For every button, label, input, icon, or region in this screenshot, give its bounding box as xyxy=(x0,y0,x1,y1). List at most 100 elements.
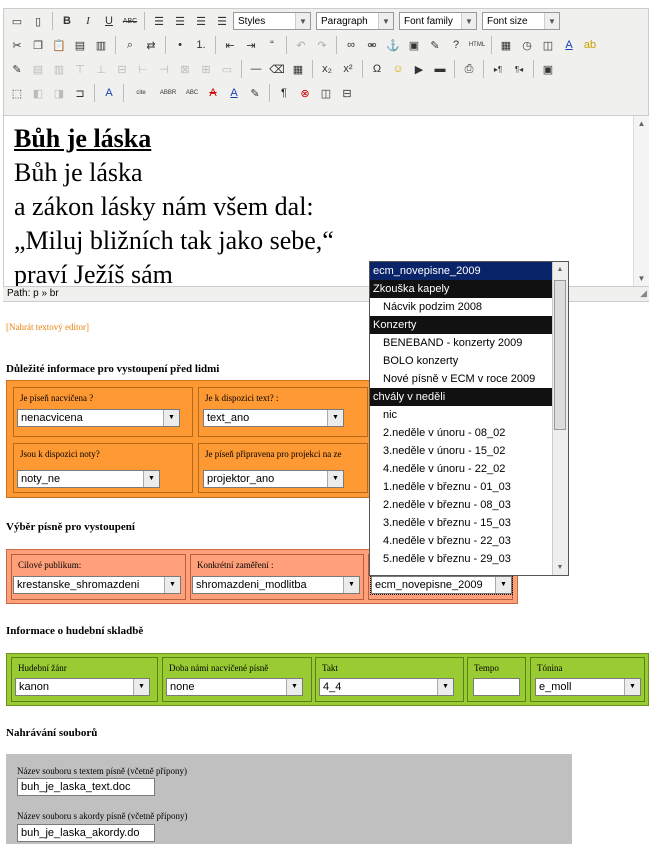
format-dropdown[interactable]: Paragraph ▼ xyxy=(316,12,394,30)
rtl-icon[interactable]: ¶◂ xyxy=(509,59,529,79)
indent-icon[interactable]: ⇥ xyxy=(241,35,261,55)
show-blocks-icon[interactable]: ¶ xyxy=(274,83,294,103)
delete-row-icon[interactable]: ⊟ xyxy=(112,59,132,79)
superscript-icon[interactable]: x² xyxy=(338,59,358,79)
projector-select[interactable]: projektor_ano ▼ xyxy=(203,470,344,488)
popup-option[interactable]: 2.neděle v březnu - 08_03 xyxy=(370,496,568,514)
italic-button[interactable]: I xyxy=(78,11,98,31)
styles-props-icon[interactable]: A xyxy=(99,83,119,103)
song-list-popup[interactable]: ecm_novepisne_2009 Zkouška kapely Nácvik p… xyxy=(369,261,569,576)
cite-button[interactable]: cite xyxy=(128,83,154,103)
insert-row-after-icon[interactable]: ⊥ xyxy=(91,59,111,79)
special-char-button[interactable]: Ω xyxy=(367,59,387,79)
move-forward-icon[interactable]: ◧ xyxy=(28,83,48,103)
undo-icon[interactable]: ↶ xyxy=(291,35,311,55)
popup-option[interactable]: 2.neděle v únoru - 08_02 xyxy=(370,424,568,442)
html-icon[interactable]: HTML xyxy=(467,35,487,55)
image-icon[interactable]: ▣ xyxy=(404,35,424,55)
bullet-list-icon[interactable]: • xyxy=(170,35,190,55)
table-row-props-icon[interactable]: ▤ xyxy=(28,59,48,79)
outdent-icon[interactable]: ⇤ xyxy=(220,35,240,55)
help-icon[interactable]: ? xyxy=(446,35,466,55)
insert-col-after-icon[interactable]: ⊣ xyxy=(154,59,174,79)
link-icon[interactable]: ∞ xyxy=(341,35,361,55)
text-filename-input[interactable]: buh_je_laska_text.doc xyxy=(17,778,155,796)
move-backward-icon[interactable]: ◨ xyxy=(49,83,69,103)
bold-button[interactable]: B xyxy=(57,11,77,31)
font-family-dropdown[interactable]: Font family ▼ xyxy=(399,12,477,30)
ltr-icon[interactable]: ▸¶ xyxy=(488,59,508,79)
split-cells-icon[interactable]: ⊞ xyxy=(196,59,216,79)
insert-col-before-icon[interactable]: ⊢ xyxy=(133,59,153,79)
unlink-icon[interactable]: ⚮ xyxy=(362,35,382,55)
popup-option[interactable]: nic xyxy=(370,406,568,424)
popup-option[interactable]: ecm_novepisne_2009 xyxy=(370,262,568,280)
scroll-down-icon[interactable]: ▼ xyxy=(553,560,567,575)
absolute-icon[interactable]: ⊐ xyxy=(70,83,90,103)
rehearsal-time-select[interactable]: none ▼ xyxy=(166,678,303,696)
insert-time-icon[interactable]: ◷ xyxy=(517,35,537,55)
insert-layer-icon[interactable]: ⬚ xyxy=(7,83,27,103)
delete-col-icon[interactable]: ⊠ xyxy=(175,59,195,79)
numbered-list-icon[interactable]: 1. xyxy=(191,35,211,55)
emoticon-icon[interactable]: ☺ xyxy=(388,59,408,79)
text-available-select[interactable]: text_ano ▼ xyxy=(203,409,344,427)
insert-row-before-icon[interactable]: ⊤ xyxy=(70,59,90,79)
scroll-up-icon[interactable]: ▲ xyxy=(553,262,567,277)
subscript-icon[interactable]: x₂ xyxy=(317,59,337,79)
replace-icon[interactable]: ⇄ xyxy=(141,35,161,55)
insert-date-icon[interactable]: ▦ xyxy=(496,35,516,55)
template-icon[interactable]: ◫ xyxy=(316,83,336,103)
strikethrough-button[interactable]: ABC xyxy=(120,11,140,31)
anchor-icon[interactable]: ⚓ xyxy=(383,35,403,55)
attributes-icon[interactable]: ✎ xyxy=(245,83,265,103)
paste-word-icon[interactable]: ▥ xyxy=(91,35,111,55)
key-select[interactable]: e_moll ▼ xyxy=(535,678,641,696)
table-cell-props-icon[interactable]: ▥ xyxy=(49,59,69,79)
fullscreen-icon[interactable]: ▣ xyxy=(538,59,558,79)
acronym-button[interactable]: ABC xyxy=(182,83,202,103)
popup-option[interactable]: 4.neděle v březnu - 22_03 xyxy=(370,532,568,550)
find-icon[interactable]: ⌕ xyxy=(120,35,140,55)
page-break-icon[interactable]: ⊟ xyxy=(337,83,357,103)
scroll-up-icon[interactable]: ▲ xyxy=(634,116,649,131)
popup-scroll-thumb[interactable] xyxy=(554,280,566,430)
styles-dropdown[interactable]: Styles ▼ xyxy=(233,12,311,30)
ins-icon[interactable]: A xyxy=(224,83,244,103)
sheet-music-select[interactable]: noty_ne ▼ xyxy=(17,470,160,488)
song-list-select[interactable]: ecm_novepisne_2009 ▼ xyxy=(370,575,513,595)
align-center-icon[interactable]: ☰ xyxy=(170,11,190,31)
print-icon[interactable]: ⎙ xyxy=(459,59,479,79)
align-right-icon[interactable]: ☰ xyxy=(191,11,211,31)
popup-option[interactable]: 5.neděle v březnu - 29_03 xyxy=(370,550,568,568)
chords-filename-input[interactable]: buh_je_laska_akordy.do xyxy=(17,824,155,842)
remove-format-icon[interactable]: ⌫ xyxy=(267,59,287,79)
underline-button[interactable]: U xyxy=(99,11,119,31)
align-justify-icon[interactable]: ☰ xyxy=(212,11,232,31)
font-color-icon[interactable]: A xyxy=(559,35,579,55)
insert-table-icon[interactable]: ▦ xyxy=(288,59,308,79)
align-left-icon[interactable]: ☰ xyxy=(149,11,169,31)
scroll-down-icon[interactable]: ▼ xyxy=(634,271,649,286)
paste-text-icon[interactable]: ▤ xyxy=(70,35,90,55)
del-icon[interactable]: A xyxy=(203,83,223,103)
redo-icon[interactable]: ↷ xyxy=(312,35,332,55)
abbr-button[interactable]: ABBR xyxy=(155,83,181,103)
genre-select[interactable]: kanon ▼ xyxy=(15,678,150,696)
new-document-icon[interactable]: ▭ xyxy=(7,11,27,31)
popup-option[interactable]: Nácvik podzim 2008 xyxy=(370,298,568,316)
advanced-hr-icon[interactable]: ▬ xyxy=(430,59,450,79)
popup-option[interactable]: 3.neděle v únoru - 15_02 xyxy=(370,442,568,460)
copy-icon[interactable]: ❐ xyxy=(28,35,48,55)
edit-css-icon[interactable]: ✎ xyxy=(7,59,27,79)
focus-select[interactable]: shromazdeni_modlitba ▼ xyxy=(192,576,360,594)
merge-cells-icon[interactable]: ▭ xyxy=(217,59,237,79)
tempo-input[interactable] xyxy=(473,678,520,696)
paste-icon[interactable]: 📋 xyxy=(49,35,69,55)
popup-option[interactable]: BOLO konzerty xyxy=(370,352,568,370)
preview-icon[interactable]: ◫ xyxy=(538,35,558,55)
page-icon[interactable]: ▯ xyxy=(28,11,48,31)
time-signature-select[interactable]: 4_4 ▼ xyxy=(319,678,454,696)
cut-icon[interactable]: ✂ xyxy=(7,35,27,55)
nonbreaking-icon[interactable]: ⊗ xyxy=(295,83,315,103)
